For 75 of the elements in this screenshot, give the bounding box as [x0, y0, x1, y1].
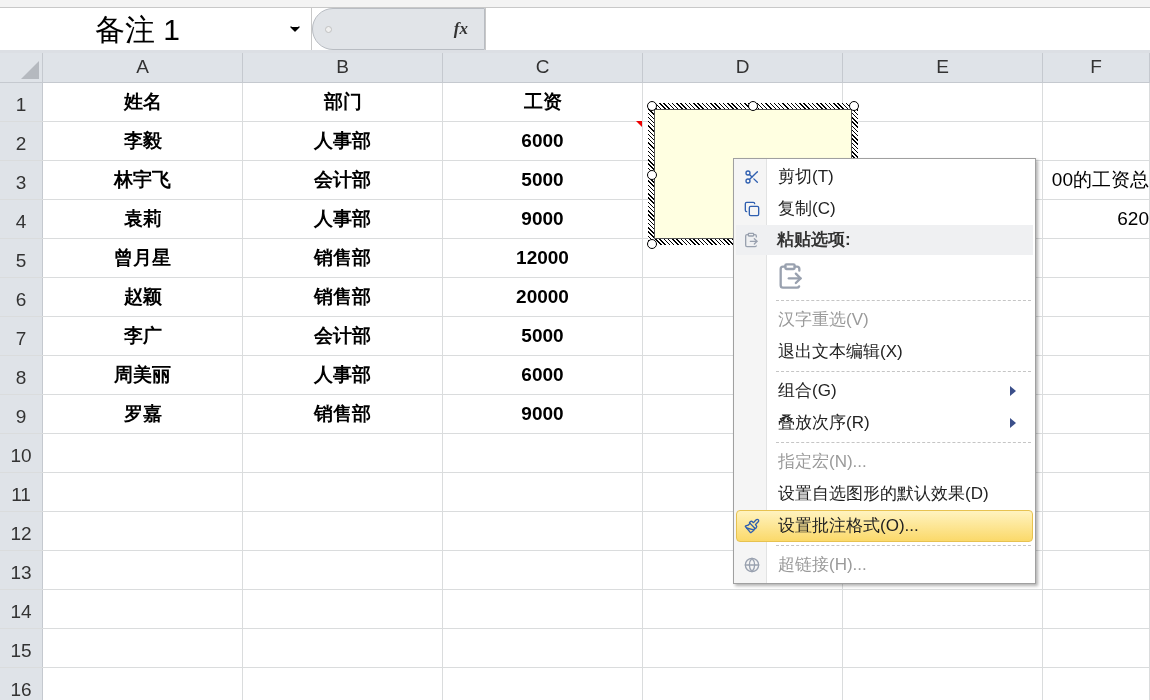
row-header[interactable]: 12 — [0, 512, 43, 550]
resize-handle[interactable] — [849, 101, 859, 111]
table-cell-text: 罗嘉 — [123, 401, 162, 426]
table-cell-text: 会计部 — [314, 323, 371, 348]
table-cell-text: 会计部 — [314, 167, 371, 192]
resize-handle[interactable] — [647, 170, 657, 180]
row-header[interactable]: 10 — [0, 434, 43, 472]
table-cell-text: 620 — [1117, 206, 1149, 231]
column-header[interactable]: A — [43, 53, 243, 82]
row-header[interactable]: 2 — [0, 122, 43, 160]
comment-indicator-icon — [636, 121, 642, 127]
menu-item[interactable]: 复制(C) — [736, 193, 1033, 225]
table-cell-text: 李广 — [123, 323, 162, 348]
row-header[interactable]: 7 — [0, 317, 43, 355]
globe-icon — [744, 557, 760, 573]
column-header[interactable]: F — [1043, 53, 1150, 82]
table-cell-text: 林宇飞 — [114, 167, 171, 192]
menu-item[interactable]: 剪切(T) — [736, 161, 1033, 193]
menu-item[interactable]: 设置批注格式(O)... — [736, 510, 1033, 542]
row-header[interactable]: 14 — [0, 590, 43, 628]
table-cell-text: 销售部 — [314, 245, 371, 270]
table-cell-text: 销售部 — [314, 284, 371, 309]
menu-item[interactable]: 退出文本编辑(X) — [736, 336, 1033, 368]
table-cell-text: 李毅 — [123, 128, 162, 153]
row-header[interactable]: 16 — [0, 668, 43, 700]
row-header[interactable]: 6 — [0, 278, 43, 316]
table-cell-text: 人事部 — [314, 128, 371, 153]
submenu-arrow-icon — [1010, 418, 1016, 428]
menu-item[interactable]: 组合(G) — [736, 375, 1033, 407]
table-cell-text: 销售部 — [314, 401, 371, 426]
column-header[interactable]: E — [843, 53, 1043, 82]
row-header[interactable]: 1 — [0, 83, 43, 121]
table-cell-text: 曾月星 — [114, 245, 171, 270]
row-header[interactable]: 9 — [0, 395, 43, 433]
table-cell-text: 9000 — [521, 206, 564, 231]
submenu-arrow-icon — [1010, 386, 1016, 396]
table-cell-text: 9000 — [521, 401, 564, 426]
column-header[interactable]: D — [643, 53, 843, 82]
row-header[interactable]: 11 — [0, 473, 43, 511]
table-cell-text: 赵颖 — [123, 284, 162, 309]
corner-triangle-icon — [21, 61, 39, 79]
row-header[interactable]: 4 — [0, 200, 43, 238]
table-cell-text: 袁莉 — [123, 206, 162, 231]
row-header[interactable]: 15 — [0, 629, 43, 667]
table-cell-text: 人事部 — [314, 206, 371, 231]
table-cell-text: 00的工资总 — [1051, 167, 1149, 192]
row-header[interactable]: 8 — [0, 356, 43, 394]
row-header[interactable]: 5 — [0, 239, 43, 277]
row-header[interactable]: 13 — [0, 551, 43, 589]
paintbrush-icon — [744, 518, 760, 534]
scissors-icon — [744, 169, 760, 185]
menu-item[interactable]: 叠放次序(R) — [736, 407, 1033, 439]
menu-item[interactable]: 设置自选图形的默认效果(D) — [736, 478, 1033, 510]
resize-handle[interactable] — [748, 101, 758, 111]
table-cell-text: 6000 — [521, 362, 564, 387]
table-cell-text: 12000 — [516, 245, 569, 270]
table-cell-text: 5000 — [521, 323, 564, 348]
copy-icon — [744, 201, 760, 217]
column-header[interactable]: B — [243, 53, 443, 82]
table-cell-text: 人事部 — [314, 362, 371, 387]
clipboard-icon — [743, 232, 759, 248]
resize-handle[interactable] — [647, 101, 657, 111]
table-cell-text: 5000 — [521, 167, 564, 192]
table-cell-text: 20000 — [516, 284, 569, 309]
menu-section-header: 粘贴选项: — [736, 225, 1033, 255]
row-header[interactable]: 3 — [0, 161, 43, 199]
table-cell-text: 工资 — [523, 89, 562, 114]
resize-handle[interactable] — [647, 239, 657, 249]
table-cell-text: 部门 — [323, 89, 362, 114]
grip-icon — [325, 25, 332, 33]
insert-function-button[interactable]: fx — [453, 16, 468, 42]
table-cell-text: 姓名 — [123, 89, 162, 114]
table-cell-text: 6000 — [521, 128, 564, 153]
table-cell-text: 周美丽 — [114, 362, 171, 387]
column-header[interactable]: C — [443, 53, 643, 82]
